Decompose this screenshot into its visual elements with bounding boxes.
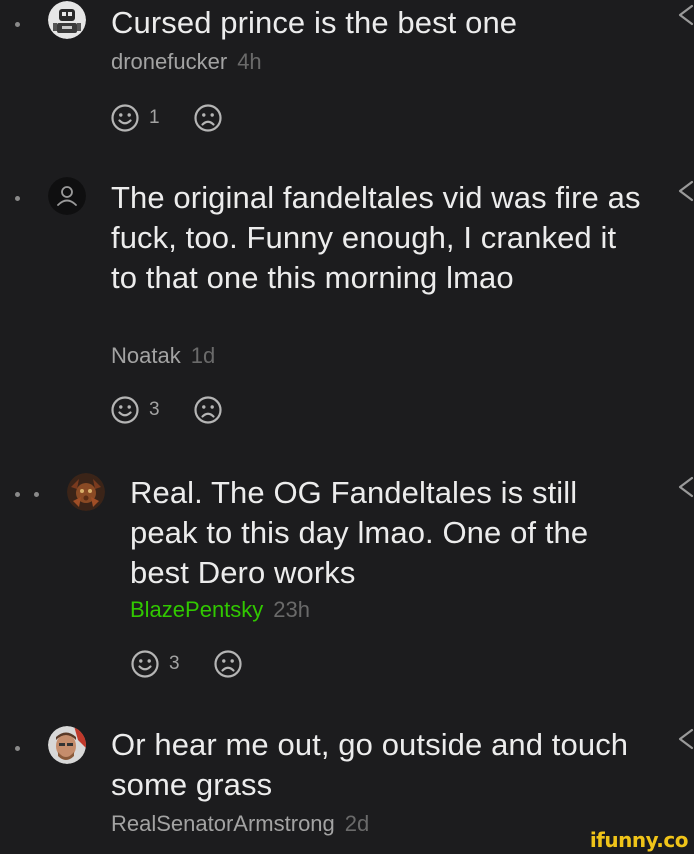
reply-arrow-icon bbox=[678, 180, 694, 202]
smile-icon bbox=[111, 396, 139, 424]
photo-avatar[interactable] bbox=[48, 726, 86, 764]
comment-text: Real. The OG Fandeltales is still peak t… bbox=[130, 475, 589, 590]
frown-icon bbox=[214, 650, 242, 678]
reply-arrow-icon bbox=[678, 4, 694, 26]
comment-actions: 1 bbox=[110, 103, 223, 133]
reply-arrow-button[interactable] bbox=[676, 180, 694, 202]
comment-author[interactable]: dronefucker bbox=[111, 49, 227, 74]
smile-button[interactable]: 1 bbox=[110, 103, 163, 133]
comment-meta: RealSenatorArmstrong 2d bbox=[111, 810, 369, 838]
robot-avatar[interactable] bbox=[48, 1, 86, 39]
ifunny-watermark: ifunny.co bbox=[556, 826, 694, 854]
comment-meta: dronefucker 4h bbox=[111, 48, 262, 76]
comment-author[interactable]: RealSenatorArmstrong bbox=[111, 811, 335, 836]
smile-button[interactable]: 3 bbox=[110, 395, 163, 425]
comment-text: Or hear me out, go outside and touch som… bbox=[111, 727, 629, 802]
smile-icon bbox=[131, 650, 159, 678]
comment-time: 23h bbox=[273, 597, 311, 622]
reply-arrow-icon bbox=[678, 728, 694, 750]
comment-actions: 3 bbox=[110, 395, 223, 425]
frown-icon bbox=[194, 104, 222, 132]
thread-dot bbox=[15, 492, 20, 497]
comment-time: 4h bbox=[237, 49, 262, 74]
smile-count: 3 bbox=[149, 399, 160, 420]
reply-arrow-button[interactable] bbox=[676, 476, 694, 498]
unsmile-button[interactable] bbox=[193, 103, 223, 133]
smile-button[interactable]: 3 bbox=[130, 649, 183, 679]
comment-time: 2d bbox=[344, 811, 370, 836]
thread-depth-indicator bbox=[15, 746, 20, 751]
thread-dot bbox=[15, 746, 20, 751]
comment-author[interactable]: Noatak bbox=[111, 343, 181, 368]
comment-text: Cursed prince is the best one bbox=[111, 5, 518, 40]
reply-arrow-button[interactable] bbox=[676, 4, 694, 26]
character-avatar[interactable] bbox=[67, 473, 105, 511]
smile-icon bbox=[111, 104, 139, 132]
thread-depth-indicator bbox=[15, 492, 39, 497]
watermark-text: ifunny.co bbox=[589, 828, 689, 852]
smile-count: 1 bbox=[149, 107, 160, 128]
comment-actions: 3 bbox=[130, 649, 243, 679]
unsmile-button[interactable] bbox=[193, 395, 223, 425]
thread-depth-indicator bbox=[15, 22, 20, 27]
reply-arrow-button[interactable] bbox=[676, 728, 694, 750]
comment-author[interactable]: BlazePentsky bbox=[130, 597, 263, 622]
comment-time: 1d bbox=[190, 343, 216, 368]
reply-arrow-icon bbox=[678, 476, 694, 498]
frown-icon bbox=[194, 396, 222, 424]
unsmile-button[interactable] bbox=[213, 649, 243, 679]
thread-dot bbox=[15, 196, 20, 201]
default-user-avatar[interactable] bbox=[48, 177, 86, 215]
thread-dot bbox=[15, 22, 20, 27]
comment-text: The original fandeltales vid was fire as… bbox=[111, 180, 641, 295]
comment-meta: BlazePentsky 23h bbox=[130, 596, 310, 624]
smile-count: 3 bbox=[169, 653, 180, 674]
thread-dot bbox=[34, 492, 39, 497]
comment-meta: Noatak 1d bbox=[111, 342, 215, 370]
thread-depth-indicator bbox=[15, 196, 20, 201]
